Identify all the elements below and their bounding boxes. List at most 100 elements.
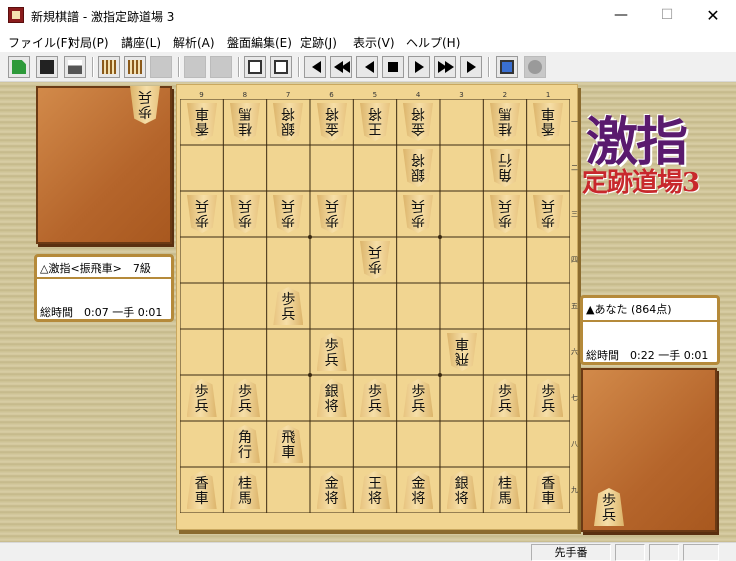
menu-view[interactable]: 表示(V) [353, 34, 395, 51]
app-icon[interactable] [8, 7, 24, 23]
back-icon[interactable] [356, 56, 378, 78]
piece-char: 桂 [497, 476, 512, 492]
shogi-piece[interactable]: 桂馬 [229, 471, 260, 509]
piece-char: 角 [237, 430, 252, 446]
shogi-piece[interactable]: 角行 [229, 425, 260, 463]
shogi-piece[interactable]: 歩兵 [403, 379, 434, 417]
shogi-piece[interactable]: 歩兵 [403, 195, 433, 233]
rank-number: 九 [571, 486, 578, 494]
shogi-piece[interactable]: 金将 [403, 103, 433, 141]
last-icon[interactable] [460, 56, 482, 78]
piece-char: 将 [454, 491, 469, 507]
new-file-icon[interactable] [8, 56, 30, 78]
menu-help[interactable]: ヘルプ(H) [406, 34, 460, 51]
piece-char: 歩 [281, 292, 296, 308]
toolbar-separator [298, 57, 300, 77]
file-number: 2 [502, 91, 508, 99]
sente-player-time: 総時間 0:22 一手 0:01 [586, 349, 709, 362]
piece-char: 兵 [281, 197, 296, 213]
menu-match[interactable]: 対局(P) [68, 34, 109, 51]
monitor-icon[interactable] [496, 56, 518, 78]
panel-divider [37, 277, 171, 279]
shogi-piece[interactable]: 歩兵 [130, 86, 160, 124]
shogi-piece[interactable]: 香車 [186, 471, 217, 509]
piece-char: 歩 [138, 103, 152, 119]
edit-icon[interactable] [244, 56, 266, 78]
forward-icon[interactable] [408, 56, 430, 78]
shogi-piece[interactable]: 桂馬 [490, 103, 520, 141]
piece-char: 将 [367, 105, 382, 121]
panel-divider [583, 320, 717, 322]
piece-char: 兵 [194, 197, 209, 213]
shogi-piece[interactable]: 歩兵 [490, 195, 520, 233]
menu-file[interactable]: ファイル(F) [8, 34, 72, 51]
menu-joseki[interactable]: 定跡(J) [300, 34, 337, 51]
menu-board-edit[interactable]: 盤面編集(E) [227, 34, 292, 51]
piece-char: 香 [541, 120, 556, 136]
shogi-piece[interactable]: 金将 [403, 471, 434, 509]
piece-char: 車 [454, 335, 469, 351]
shogi-piece[interactable]: 歩兵 [229, 379, 260, 417]
shogi-piece[interactable]: 香車 [533, 471, 564, 509]
shogi-piece[interactable]: 桂馬 [230, 103, 260, 141]
board2-icon[interactable] [210, 56, 232, 78]
shogi-piece[interactable]: 飛車 [273, 425, 304, 463]
edit2-icon[interactable] [270, 56, 292, 78]
piece-char: 歩 [367, 384, 382, 400]
shogi-piece[interactable]: 歩兵 [273, 195, 303, 233]
menu-analysis[interactable]: 解析(A) [173, 34, 215, 51]
piece-char: 将 [411, 491, 426, 507]
piece-char: 歩 [324, 338, 339, 354]
piece-char: 車 [541, 105, 556, 121]
shogi-piece[interactable]: 金将 [316, 471, 347, 509]
shogi-piece[interactable]: 歩兵 [360, 241, 390, 279]
shogi-piece[interactable]: 銀将 [273, 103, 303, 141]
piece-char: 桂 [497, 120, 512, 136]
shogi-piece[interactable]: 香車 [533, 103, 563, 141]
shogi-piece[interactable]: 歩兵 [359, 379, 390, 417]
shogi-piece[interactable]: 銀将 [403, 149, 433, 187]
shogi-piece[interactable]: 歩兵 [489, 379, 520, 417]
first-icon[interactable] [304, 56, 326, 78]
piece-char: 王 [367, 476, 382, 492]
shogi-piece[interactable]: 歩兵 [533, 379, 564, 417]
shogi-piece[interactable]: 歩兵 [533, 195, 563, 233]
menu-lecture[interactable]: 講座(L) [121, 34, 161, 51]
forward10-icon[interactable] [434, 56, 456, 78]
piece-char: 車 [541, 491, 556, 507]
rank-number: 六 [571, 348, 578, 356]
piece-char: 歩 [237, 212, 252, 228]
board-icon[interactable] [184, 56, 206, 78]
status-cell [683, 544, 719, 561]
shogi-piece[interactable]: 銀将 [316, 379, 347, 417]
close-button[interactable]: ✕ [690, 0, 736, 31]
stop-icon[interactable] [382, 56, 404, 78]
shogi-piece[interactable]: 角行 [490, 149, 520, 187]
shogi-piece[interactable]: 歩兵 [594, 488, 624, 526]
shogi-piece[interactable]: 桂馬 [489, 471, 520, 509]
kifu-view-icon[interactable] [124, 56, 146, 78]
disabled-icon[interactable] [150, 56, 172, 78]
shogi-piece[interactable]: 歩兵 [186, 379, 217, 417]
shogi-piece[interactable]: 歩兵 [273, 287, 304, 325]
minimize-button[interactable]: — [598, 0, 644, 31]
piece-char: 金 [411, 120, 426, 136]
piece-char: 歩 [324, 212, 339, 228]
shogi-piece[interactable]: 銀将 [446, 471, 477, 509]
piece-char: 将 [367, 491, 382, 507]
shogi-piece[interactable]: 歩兵 [230, 195, 260, 233]
shogi-piece[interactable]: 王将 [359, 471, 390, 509]
save-icon[interactable] [36, 56, 58, 78]
shogi-piece[interactable]: 歩兵 [187, 195, 217, 233]
shogi-piece[interactable]: 王将 [360, 103, 390, 141]
shogi-piece[interactable]: 歩兵 [316, 333, 347, 371]
kifu-icon[interactable] [98, 56, 120, 78]
shogi-piece[interactable]: 香車 [187, 103, 217, 141]
piece-char: 将 [324, 399, 339, 415]
help-icon[interactable] [524, 56, 546, 78]
print-icon[interactable] [64, 56, 86, 78]
file-number: 1 [545, 91, 551, 99]
piece-char: 行 [497, 151, 512, 167]
maximize-button[interactable]: ☐ [644, 0, 690, 31]
back10-icon[interactable] [330, 56, 352, 78]
